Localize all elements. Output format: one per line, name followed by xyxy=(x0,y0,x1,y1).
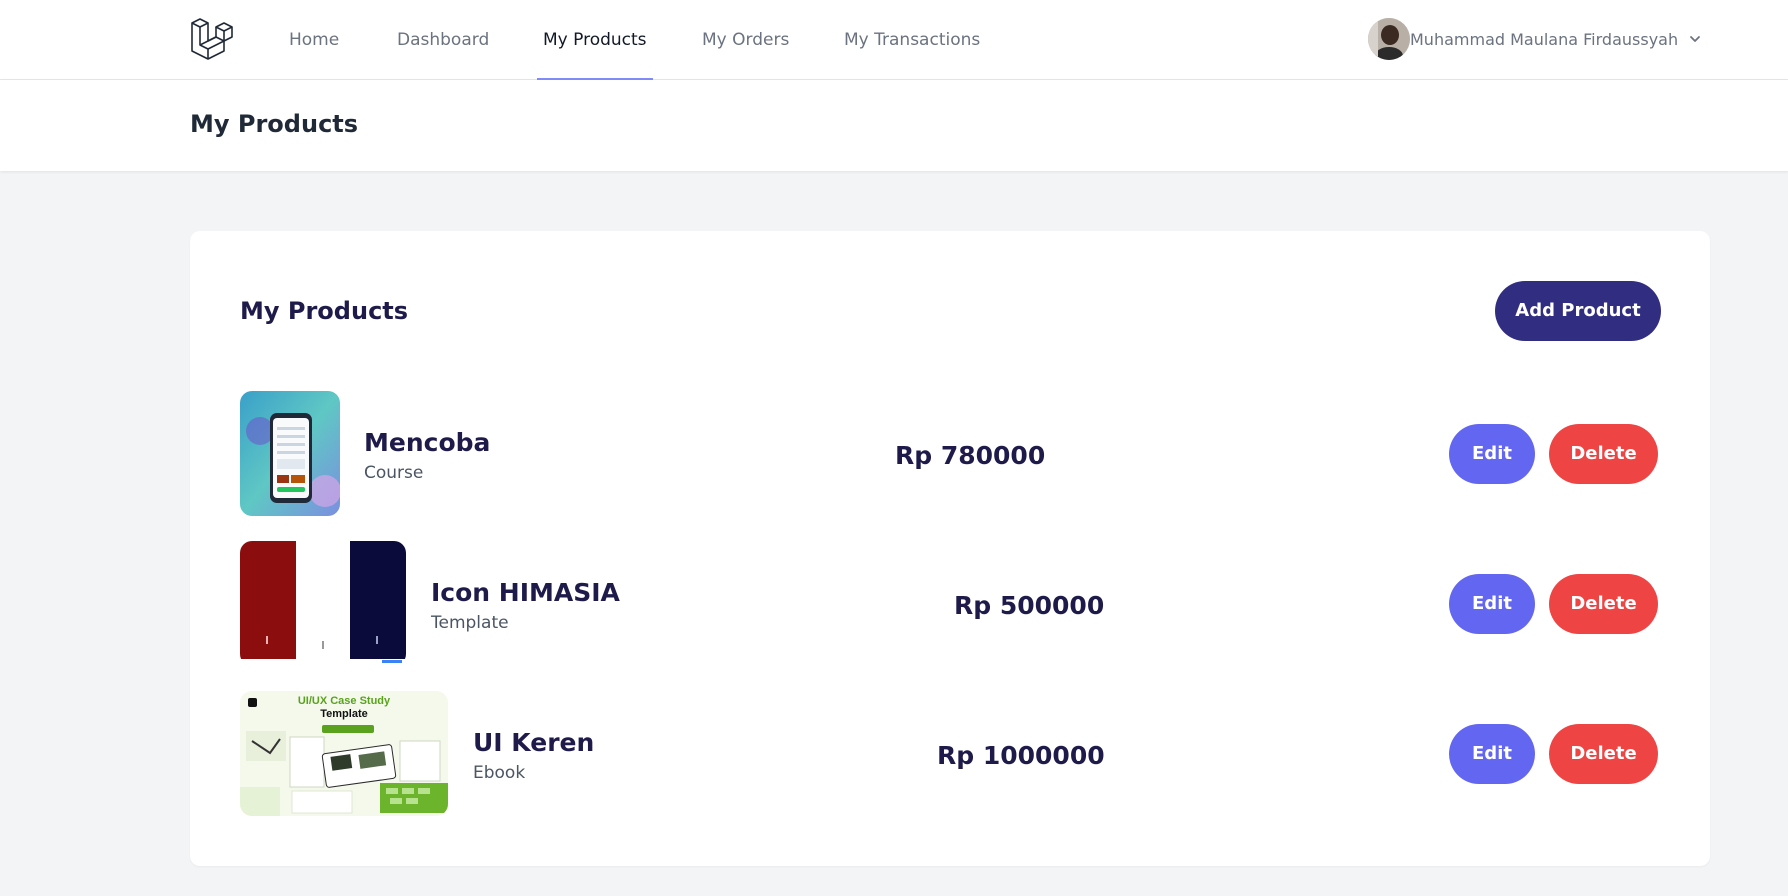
delete-button[interactable]: Delete xyxy=(1549,724,1658,784)
nav-home[interactable]: Home xyxy=(289,0,339,80)
delete-button[interactable]: Delete xyxy=(1549,424,1658,484)
top-navbar: Home Dashboard My Products My Orders My … xyxy=(0,0,1788,80)
nav-dashboard[interactable]: Dashboard xyxy=(397,0,489,80)
thumbnail-title: UI/UX Case Study xyxy=(297,695,391,707)
products-card: My Products Add Product Mencoba Course R… xyxy=(190,231,1710,866)
product-category: Template xyxy=(431,613,509,633)
product-name: UI Keren xyxy=(473,728,595,757)
nav-my-orders[interactable]: My Orders xyxy=(702,0,789,80)
chevron-down-icon[interactable] xyxy=(1688,32,1702,46)
product-price: Rp 780000 xyxy=(895,441,1046,470)
product-price: Rp 1000000 xyxy=(937,741,1105,770)
product-thumbnail[interactable]: UI/UX Case Study Template xyxy=(240,691,448,816)
nav-my-products[interactable]: My Products xyxy=(537,0,653,80)
delete-button[interactable]: Delete xyxy=(1549,574,1658,634)
product-name: Icon HIMASIA xyxy=(431,578,620,607)
nav-my-transactions[interactable]: My Transactions xyxy=(844,0,980,80)
page-title: My Products xyxy=(190,110,359,138)
product-thumbnail[interactable] xyxy=(240,391,340,516)
product-price: Rp 500000 xyxy=(954,591,1105,620)
product-thumbnail[interactable] xyxy=(240,541,406,666)
product-name: Mencoba xyxy=(364,428,491,457)
laravel-logo-icon[interactable] xyxy=(190,18,236,60)
product-category: Ebook xyxy=(473,763,526,783)
page-header: My Products xyxy=(0,80,1788,171)
add-product-button[interactable]: Add Product xyxy=(1495,281,1661,341)
avatar xyxy=(1368,18,1410,60)
edit-button[interactable]: Edit xyxy=(1449,574,1535,634)
thumbnail-subtitle: Template xyxy=(320,708,368,720)
edit-button[interactable]: Edit xyxy=(1449,724,1535,784)
product-category: Course xyxy=(364,463,424,483)
card-title: My Products xyxy=(240,297,409,325)
user-name: Muhammad Maulana Firdaussyah xyxy=(1410,29,1679,49)
user-menu[interactable]: Muhammad Maulana Firdaussyah xyxy=(1368,18,1702,60)
edit-button[interactable]: Edit xyxy=(1449,424,1535,484)
